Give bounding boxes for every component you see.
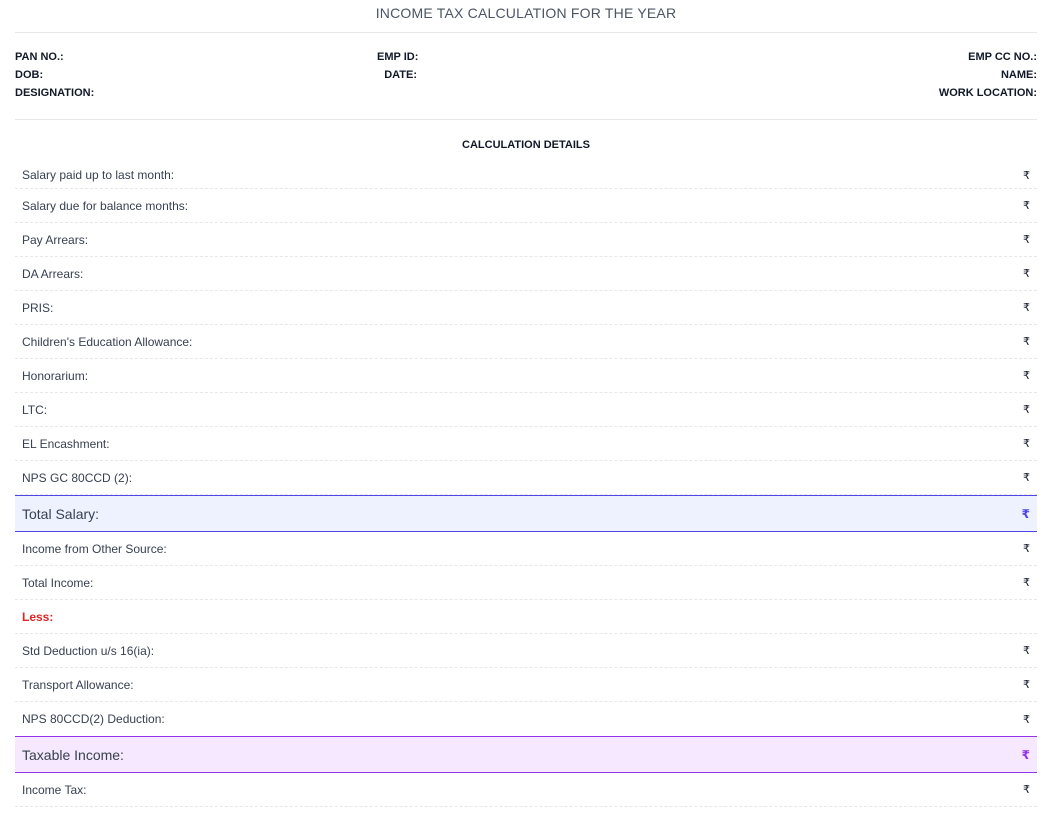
taxable-income-label: Taxable Income: <box>22 746 124 763</box>
rupee-value: ₹ <box>1023 645 1030 657</box>
info-column-middle: EMP ID: DATE: <box>377 48 419 84</box>
rupee-value: ₹ <box>1023 577 1030 589</box>
rupee-value: ₹ <box>1023 713 1030 726</box>
row-pris: PRIS: ₹ <box>15 291 1037 325</box>
rupee-value: ₹ <box>1023 438 1030 450</box>
row-income-tax: Income Tax: ₹ <box>15 773 1037 807</box>
row-label: EL Encashment: <box>22 436 110 451</box>
row-label: Transport Allowance: <box>22 677 134 692</box>
row-nps-gc: NPS GC 80CCD (2): ₹ <box>15 461 1037 495</box>
row-less: Less: <box>15 600 1037 634</box>
row-other-income: Income from Other Source: ₹ <box>15 532 1037 566</box>
row-honorarium: Honorarium: ₹ <box>15 359 1037 393</box>
emp-id-label: EMP ID: <box>377 51 419 63</box>
row-total-salary: Total Salary: ₹ <box>15 495 1037 532</box>
pan-label: PAN NO.: <box>15 51 64 63</box>
emp-cc-label: EMP CC NO.: <box>968 51 1037 63</box>
row-pay-arrears: Pay Arrears: ₹ <box>15 223 1037 257</box>
row-transport-allowance: Transport Allowance: ₹ <box>15 668 1037 702</box>
row-taxable-income: Taxable Income: ₹ <box>15 736 1037 773</box>
calculation-details-heading: CALCULATION DETAILS <box>462 139 590 151</box>
rupee-value: ₹ <box>1023 169 1030 182</box>
date-label: DATE: <box>384 69 417 81</box>
rupee-value: ₹ <box>1023 370 1030 382</box>
row-label: PRIS: <box>22 300 54 315</box>
row-salary-paid: Salary paid up to last month: ₹ <box>15 162 1037 189</box>
rupee-value: ₹ <box>1023 679 1030 691</box>
row-label: Total Income: <box>22 575 94 590</box>
document-title: INCOME TAX CALCULATION FOR THE YEAR <box>15 0 1037 33</box>
rupee-value: ₹ <box>1023 268 1030 280</box>
row-nps-deduction: NPS 80CCD(2) Deduction: ₹ <box>15 702 1037 736</box>
rupee-value: ₹ <box>1023 302 1030 314</box>
employee-info-grid: PAN NO.: DOB: DESIGNATION: EMP ID: DATE:… <box>15 33 1037 120</box>
rupee-value: ₹ <box>1023 234 1030 246</box>
rupee-value: ₹ <box>1023 784 1030 796</box>
rupee-value: ₹ <box>1023 543 1030 555</box>
row-da-arrears: DA Arrears: ₹ <box>15 257 1037 291</box>
row-label: Pay Arrears: <box>22 232 89 247</box>
less-label: Less: <box>22 609 54 624</box>
row-total-income: Total Income: ₹ <box>15 566 1037 600</box>
row-label: Salary paid up to last month: <box>22 168 175 182</box>
row-salary-due: Salary due for balance months: ₹ <box>15 189 1037 223</box>
designation-label: DESIGNATION: <box>15 87 95 99</box>
total-salary-value: ₹ <box>1021 506 1030 521</box>
row-label: DA Arrears: <box>22 266 84 281</box>
row-el-encashment: EL Encashment: ₹ <box>15 427 1037 461</box>
dob-label: DOB: <box>15 69 44 81</box>
work-location-label: WORK LOCATION: <box>938 87 1037 99</box>
row-label: LTC: <box>22 402 48 417</box>
info-column-left: PAN NO.: DOB: DESIGNATION: <box>15 48 94 102</box>
row-label: NPS GC 80CCD (2): <box>22 470 133 485</box>
row-label: Children's Education Allowance: <box>22 334 193 349</box>
row-label: Income Tax: <box>22 782 87 797</box>
row-label: NPS 80CCD(2) Deduction: <box>22 712 165 726</box>
rupee-value: ₹ <box>1023 472 1030 484</box>
rupee-value: ₹ <box>1023 200 1030 212</box>
rupee-value: ₹ <box>1023 336 1030 348</box>
row-ltc: LTC: ₹ <box>15 393 1037 427</box>
row-label: Honorarium: <box>22 368 89 383</box>
taxable-income-value: ₹ <box>1021 747 1030 762</box>
info-column-right: EMP CC NO.: NAME: WORK LOCATION: <box>939 48 1037 102</box>
rupee-value: ₹ <box>1023 404 1030 416</box>
calculation-rows: Salary paid up to last month: ₹ Salary d… <box>15 162 1037 807</box>
row-label: Salary due for balance months: <box>22 198 189 213</box>
name-label: NAME: <box>1000 69 1037 81</box>
row-std-deduction: Std Deduction u/s 16(ia): ₹ <box>15 634 1037 668</box>
row-label: Std Deduction u/s 16(ia): <box>22 643 155 658</box>
row-children-education: Children's Education Allowance: ₹ <box>15 325 1037 359</box>
row-label: Income from Other Source: <box>22 541 167 556</box>
total-salary-label: Total Salary: <box>22 505 100 522</box>
tax-calculation-document: INCOME TAX CALCULATION FOR THE YEAR PAN … <box>15 0 1037 807</box>
